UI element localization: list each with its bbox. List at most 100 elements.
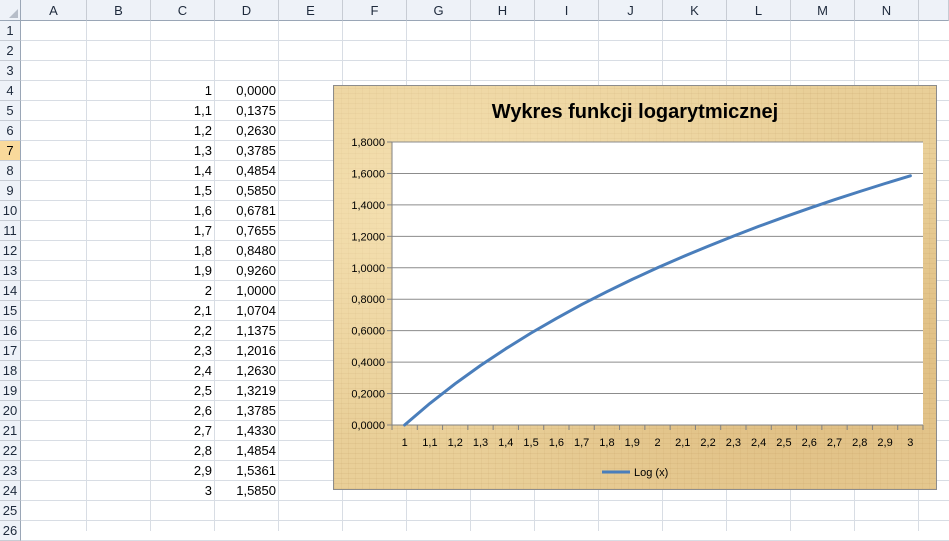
cell-d[interactable]: 1,4330	[215, 421, 279, 441]
x-tick-label: 1,5	[523, 437, 538, 449]
row-header-13[interactable]: 13	[0, 261, 21, 281]
cell-c[interactable]: 1,7	[151, 221, 215, 241]
cell-d[interactable]: 0,6781	[215, 201, 279, 221]
row-header-4[interactable]: 4	[0, 81, 21, 101]
cell-d[interactable]: 1,0704	[215, 301, 279, 321]
y-tick-label: 1,0000	[351, 263, 385, 275]
column-header-b[interactable]: B	[87, 0, 151, 21]
cell-d[interactable]: 0,4854	[215, 161, 279, 181]
x-tick-label: 2,2	[700, 437, 715, 449]
row-header-9[interactable]: 9	[0, 181, 21, 201]
cell-d[interactable]: 1,5850	[215, 481, 279, 501]
cell-c[interactable]: 1,3	[151, 141, 215, 161]
cell-d[interactable]: 1,3219	[215, 381, 279, 401]
cell-d[interactable]: 1,0000	[215, 281, 279, 301]
cell-c[interactable]: 2	[151, 281, 215, 301]
cell-d[interactable]: 0,9260	[215, 261, 279, 281]
cell-c[interactable]: 2,5	[151, 381, 215, 401]
column-header-c[interactable]: C	[151, 0, 215, 21]
row-header-5[interactable]: 5	[0, 101, 21, 121]
cell-c[interactable]: 2,4	[151, 361, 215, 381]
column-gridline	[86, 21, 87, 531]
cell-d[interactable]: 1,5361	[215, 461, 279, 481]
cell-c[interactable]: 1,1	[151, 101, 215, 121]
row-header-19[interactable]: 19	[0, 381, 21, 401]
cell-d[interactable]: 0,7655	[215, 221, 279, 241]
column-header-partial[interactable]	[919, 0, 949, 21]
cell-d[interactable]: 1,2016	[215, 341, 279, 361]
row-header-23[interactable]: 23	[0, 461, 21, 481]
row-header-17[interactable]: 17	[0, 341, 21, 361]
cell-c[interactable]: 2,8	[151, 441, 215, 461]
column-header-i[interactable]: I	[535, 0, 599, 21]
row-header-24[interactable]: 24	[0, 481, 21, 501]
log-chart[interactable]: Wykres funkcji logarytmicznej 0,00000,20…	[334, 86, 936, 489]
row-header-8[interactable]: 8	[0, 161, 21, 181]
cell-c[interactable]: 1,4	[151, 161, 215, 181]
column-header-e[interactable]: E	[279, 0, 343, 21]
row-header-12[interactable]: 12	[0, 241, 21, 261]
y-tick-label: 0,8000	[351, 294, 385, 306]
cell-c[interactable]: 2,3	[151, 341, 215, 361]
column-header-d[interactable]: D	[215, 0, 279, 21]
column-header-h[interactable]: H	[471, 0, 535, 21]
cell-c[interactable]: 1,5	[151, 181, 215, 201]
cell-c[interactable]: 3	[151, 481, 215, 501]
row-header-15[interactable]: 15	[0, 301, 21, 321]
column-header-g[interactable]: G	[407, 0, 471, 21]
column-header-a[interactable]: A	[21, 0, 87, 21]
x-tick-label: 2,1	[675, 437, 690, 449]
x-tick-label: 2,7	[827, 437, 842, 449]
chart-title: Wykres funkcji logarytmicznej	[492, 101, 778, 123]
row-header-16[interactable]: 16	[0, 321, 21, 341]
cell-d[interactable]: 0,8480	[215, 241, 279, 261]
row-header-2[interactable]: 2	[0, 41, 21, 61]
cell-c[interactable]: 2,7	[151, 421, 215, 441]
cell-d[interactable]: 1,1375	[215, 321, 279, 341]
cell-c[interactable]: 1	[151, 81, 215, 101]
cell-d[interactable]: 0,2630	[215, 121, 279, 141]
cell-c[interactable]: 2,1	[151, 301, 215, 321]
column-header-j[interactable]: J	[599, 0, 663, 21]
cell-c[interactable]: 1,8	[151, 241, 215, 261]
x-tick-label: 2,8	[852, 437, 867, 449]
cell-c[interactable]: 1,6	[151, 201, 215, 221]
cell-d[interactable]: 0,3785	[215, 141, 279, 161]
row-header-20[interactable]: 20	[0, 401, 21, 421]
cell-d[interactable]: 0,0000	[215, 81, 279, 101]
row-header-26[interactable]: 26	[0, 521, 21, 541]
row-header-22[interactable]: 22	[0, 441, 21, 461]
cell-c[interactable]: 2,6	[151, 401, 215, 421]
column-header-m[interactable]: M	[791, 0, 855, 21]
cell-c[interactable]: 2,2	[151, 321, 215, 341]
cell-c[interactable]: 1,9	[151, 261, 215, 281]
column-header-f[interactable]: F	[343, 0, 407, 21]
row-header-21[interactable]: 21	[0, 421, 21, 441]
row-header-10[interactable]: 10	[0, 201, 21, 221]
cell-d[interactable]: 0,1375	[215, 101, 279, 121]
y-tick-label: 1,8000	[351, 137, 385, 149]
column-header-l[interactable]: L	[727, 0, 791, 21]
row-header-14[interactable]: 14	[0, 281, 21, 301]
x-tick-label: 1,1	[422, 437, 437, 449]
row-header-11[interactable]: 11	[0, 221, 21, 241]
cell-d[interactable]: 1,3785	[215, 401, 279, 421]
cell-d[interactable]: 0,5850	[215, 181, 279, 201]
cell-d[interactable]: 1,2630	[215, 361, 279, 381]
row-header-18[interactable]: 18	[0, 361, 21, 381]
x-tick-label: 3	[907, 437, 913, 449]
chart-area[interactable]: Wykres funkcji logarytmicznej 0,00000,20…	[333, 85, 937, 490]
select-all-corner[interactable]	[0, 0, 21, 21]
row-header-25[interactable]: 25	[0, 501, 21, 521]
cell-c[interactable]: 2,9	[151, 461, 215, 481]
column-header-k[interactable]: K	[663, 0, 727, 21]
row-header-7[interactable]: 7	[0, 141, 21, 161]
row-header-3[interactable]: 3	[0, 61, 21, 81]
cell-c[interactable]: 1,2	[151, 121, 215, 141]
y-tick-label: 1,2000	[351, 231, 385, 243]
column-header-n[interactable]: N	[855, 0, 919, 21]
cell-d[interactable]: 1,4854	[215, 441, 279, 461]
row-header-1[interactable]: 1	[0, 21, 21, 41]
x-tick-label: 2,4	[751, 437, 766, 449]
row-header-6[interactable]: 6	[0, 121, 21, 141]
